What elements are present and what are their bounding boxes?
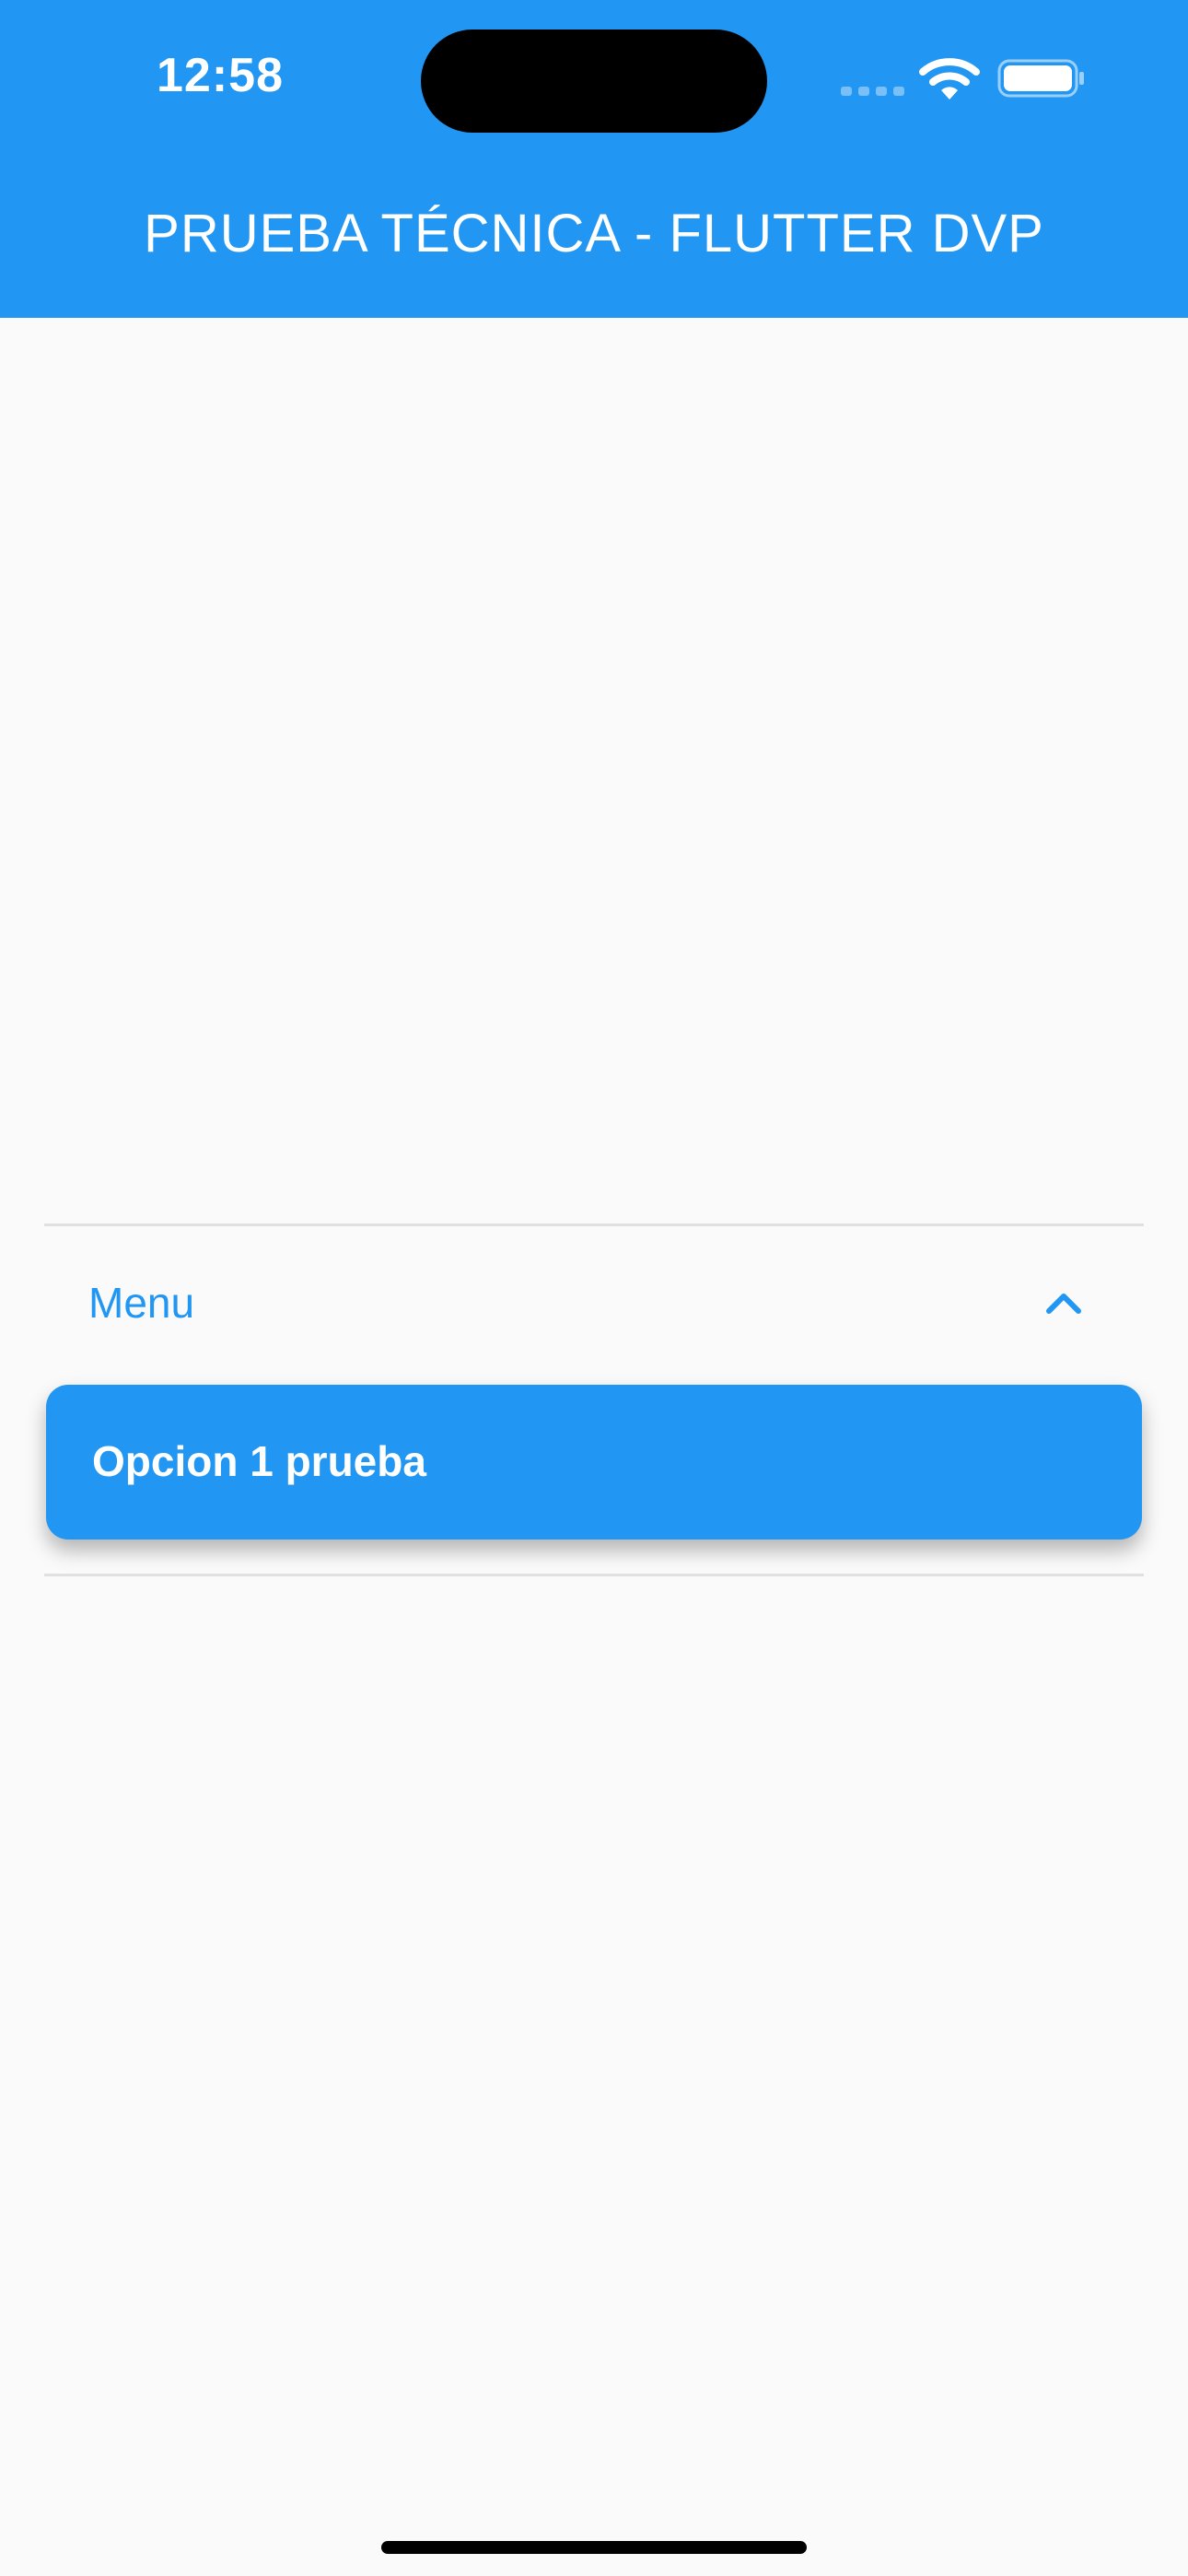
app-bar: 12:58 PRUEBA TÉCNICA - FLUTTER DVP bbox=[0, 0, 1188, 318]
option-1-label: Opcion 1 prueba bbox=[92, 1437, 426, 1485]
battery-icon bbox=[997, 59, 1084, 98]
menu-label: Menu bbox=[88, 1279, 195, 1327]
divider bbox=[44, 1574, 1144, 1576]
cellular-signal-icon bbox=[841, 87, 905, 98]
page-title: PRUEBA TÉCNICA - FLUTTER DVP bbox=[144, 204, 1044, 263]
chevron-up-icon[interactable] bbox=[1043, 1283, 1084, 1324]
option-1-button[interactable]: Opcion 1 prueba bbox=[46, 1385, 1142, 1540]
home-indicator[interactable] bbox=[381, 2541, 807, 2554]
wifi-icon bbox=[919, 58, 980, 100]
dynamic-island bbox=[421, 29, 767, 133]
status-time: 12:58 bbox=[157, 49, 284, 102]
menu-expansion-header[interactable]: Menu bbox=[44, 1226, 1144, 1383]
